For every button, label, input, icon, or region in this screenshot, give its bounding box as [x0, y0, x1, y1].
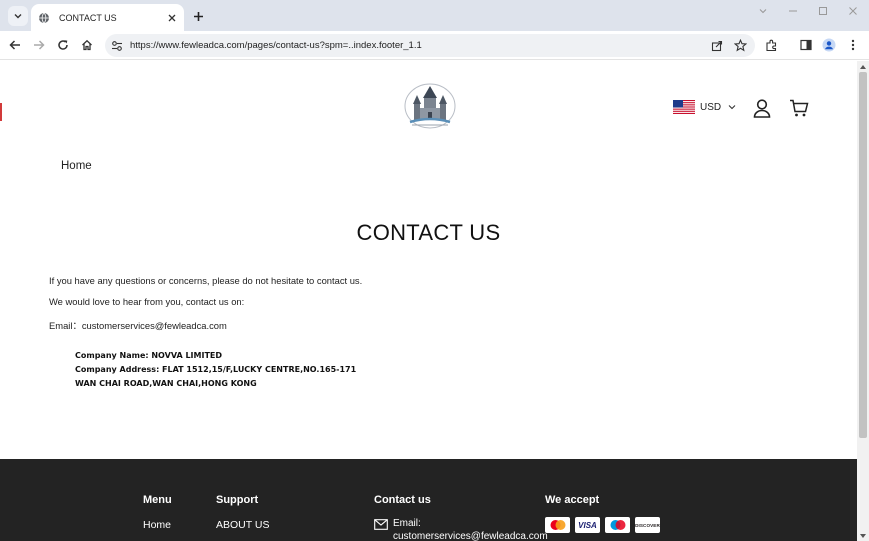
scrollbar-thumb[interactable]	[859, 72, 867, 438]
profile-button[interactable]	[820, 36, 838, 54]
back-button[interactable]	[6, 36, 24, 54]
scroll-up-icon[interactable]	[859, 62, 867, 70]
home-icon	[82, 39, 92, 51]
page-scrollbar[interactable]	[857, 61, 869, 541]
footer-menu-heading: Menu	[143, 494, 172, 506]
chevron-down-icon	[728, 105, 736, 110]
browser-window: CONTACT US https://www.fewleadca.com/pag…	[0, 0, 869, 541]
footer-support-heading: Support	[216, 494, 259, 506]
discover-label: DISCOVER	[635, 522, 660, 528]
share-icon[interactable]	[709, 38, 725, 54]
intro-text: If you have any questions or concerns, p…	[49, 275, 363, 286]
kebab-menu-icon	[851, 39, 855, 51]
plus-icon	[193, 11, 203, 21]
footer-contact-heading: Contact us	[374, 494, 431, 506]
new-tab-button[interactable]	[189, 7, 207, 25]
breadcrumb-home[interactable]: Home	[61, 160, 92, 172]
browser-toolbar: https://www.fewleadca.com/pages/contact-…	[0, 31, 869, 60]
address-bar[interactable]: https://www.fewleadca.com/pages/contact-…	[105, 34, 755, 57]
hear-text: We would love to hear from you, contact …	[49, 296, 245, 307]
home-button[interactable]	[78, 36, 96, 54]
profile-dropdown-icon[interactable]	[750, 3, 776, 19]
company-address-line-2: WAN CHAI ROAD,WAN CHAI,HONG KONG	[75, 379, 257, 388]
currency-selector[interactable]: USD	[673, 99, 736, 115]
company-name: Company Name: NOVVA LIMITED	[75, 351, 223, 360]
side-panel-button[interactable]	[797, 36, 815, 54]
site-logo[interactable]	[402, 82, 458, 132]
envelope-icon	[374, 519, 388, 530]
forward-button[interactable]	[30, 36, 48, 54]
arrow-right-icon	[34, 40, 45, 50]
castle-logo-icon	[404, 83, 456, 129]
tab-search-button[interactable]	[8, 6, 28, 26]
side-panel-icon	[800, 39, 812, 51]
maestro-icon	[605, 517, 630, 533]
email-line: Email：customerservices@fewleadca.com	[49, 320, 227, 331]
mastercard-icon	[545, 517, 570, 533]
reload-icon	[58, 40, 68, 50]
bookmark-star-icon[interactable]	[732, 38, 748, 54]
footer-email-value[interactable]: customerservices@fewleadca.com	[393, 531, 548, 541]
site-footer: Menu Home Support ABOUT US Contact us Em…	[0, 459, 857, 541]
footer-payments-heading: We accept	[545, 494, 600, 506]
page-viewport: USD Home CONTACT US If you have any ques…	[0, 61, 869, 541]
footer-email-label: Email:	[393, 518, 421, 529]
currency-code: USD	[700, 101, 722, 113]
tab-contact-us[interactable]: CONTACT US	[31, 4, 184, 31]
tab-strip: CONTACT US	[0, 0, 869, 31]
account-icon[interactable]	[752, 98, 772, 118]
footer-link-about-us[interactable]: ABOUT US	[216, 519, 269, 531]
tab-title: CONTACT US	[59, 12, 117, 23]
scroll-down-icon[interactable]	[859, 532, 867, 540]
close-window-icon[interactable]	[840, 3, 866, 19]
maximize-icon[interactable]	[810, 3, 836, 19]
reload-button[interactable]	[54, 36, 72, 54]
menu-button[interactable]	[844, 36, 862, 54]
close-tab-icon[interactable]	[165, 11, 179, 25]
visa-icon: VISA	[575, 517, 600, 533]
us-flag-icon	[673, 100, 695, 114]
cart-icon[interactable]	[789, 98, 809, 118]
chevron-down-icon	[14, 14, 22, 19]
discover-icon: DISCOVER	[635, 517, 660, 533]
avatar-icon	[822, 38, 836, 52]
visa-label: VISA	[578, 520, 597, 530]
edge-marker	[0, 103, 2, 121]
minimize-icon[interactable]	[780, 3, 806, 19]
company-address-line-1: Company Address: FLAT 1512,15/F,LUCKY CE…	[75, 365, 357, 374]
puzzle-icon	[765, 39, 776, 51]
footer-link-home[interactable]: Home	[143, 519, 171, 531]
globe-icon	[38, 12, 50, 24]
extensions-button[interactable]	[762, 36, 780, 54]
url-text[interactable]: https://www.fewleadca.com/pages/contact-…	[130, 40, 709, 51]
site-info-icon[interactable]	[110, 39, 124, 53]
page-title: CONTACT US	[356, 220, 501, 245]
arrow-left-icon	[9, 40, 20, 50]
